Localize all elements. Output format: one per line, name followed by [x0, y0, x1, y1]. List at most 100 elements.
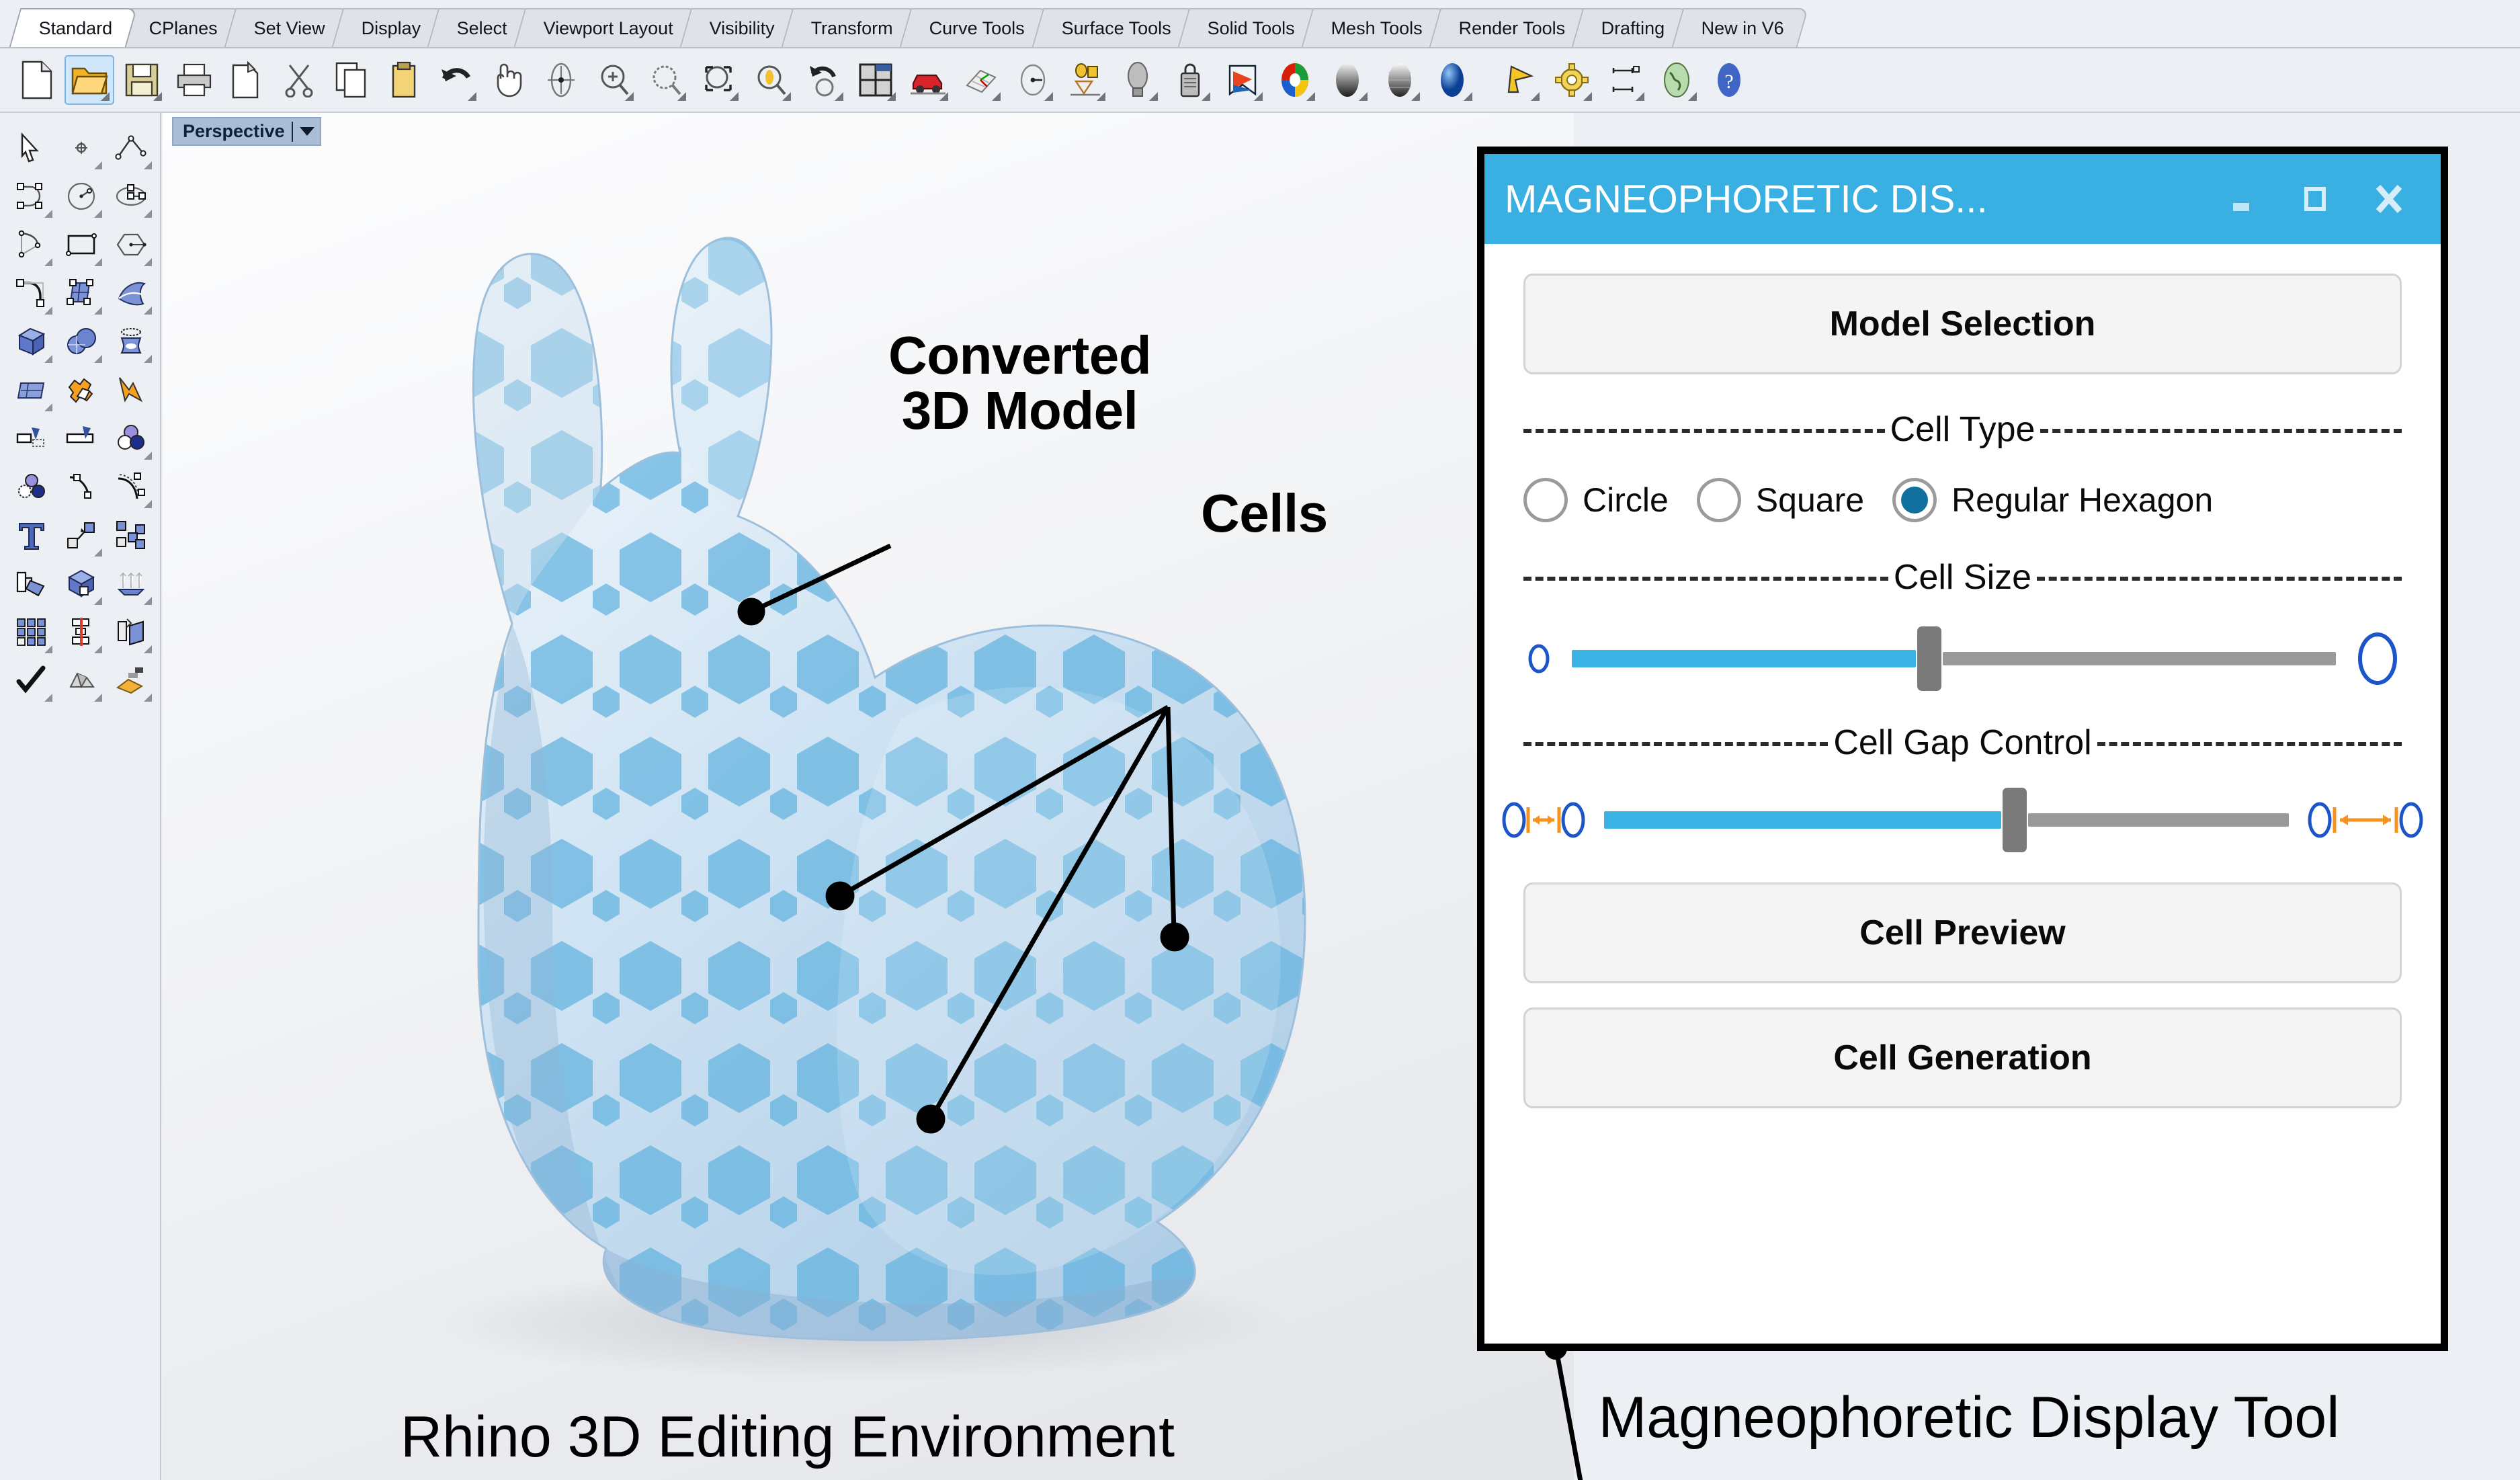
chevron-down-icon[interactable]	[299, 127, 314, 136]
gears-options-icon[interactable]	[1547, 55, 1597, 105]
check-icon[interactable]	[7, 656, 56, 704]
zoom-window-icon[interactable]	[694, 55, 743, 105]
tab-new-in-v6[interactable]: New in V6	[1671, 8, 1809, 47]
print-icon[interactable]	[169, 55, 219, 105]
boolean-spheres-icon[interactable]	[56, 317, 106, 366]
control-point-curve-icon[interactable]	[7, 172, 56, 220]
help-question-icon[interactable]: ?	[1704, 55, 1754, 105]
zoom-dynamic-icon[interactable]	[746, 55, 796, 105]
layer-colors-icon[interactable]	[7, 462, 56, 511]
rotate-icon[interactable]	[7, 559, 56, 608]
maximize-button[interactable]	[2278, 162, 2352, 236]
revolve-surface-icon[interactable]	[106, 317, 156, 366]
tab-visibility[interactable]: Visibility	[680, 8, 800, 47]
box-edit-icon[interactable]	[56, 559, 106, 608]
zoom-selected-icon[interactable]	[641, 55, 691, 105]
loft-surface-icon[interactable]	[106, 269, 156, 317]
radio-circle[interactable]: Circle	[1523, 478, 1697, 522]
paint-flag-icon[interactable]	[1218, 55, 1267, 105]
tab-drafting[interactable]: Drafting	[1572, 8, 1690, 47]
mirror-icon[interactable]	[56, 608, 106, 656]
grid-snap-icon[interactable]	[956, 55, 1005, 105]
circle-icon[interactable]	[56, 172, 106, 220]
render-sphere-icon[interactable]	[1427, 55, 1477, 105]
tab-standard[interactable]: Standard	[9, 8, 137, 47]
fillet-curve-icon[interactable]	[7, 269, 56, 317]
pan-hand-icon[interactable]	[484, 55, 534, 105]
rectangle-icon[interactable]	[56, 220, 106, 269]
rebuild-curve-icon[interactable]	[106, 462, 156, 511]
close-button[interactable]	[2352, 162, 2426, 236]
array-icon[interactable]	[7, 608, 56, 656]
tab-solid-tools[interactable]: Solid Tools	[1177, 8, 1320, 47]
copy-objects-icon[interactable]	[106, 511, 156, 559]
paste-icon[interactable]	[379, 55, 429, 105]
lock-icon[interactable]	[1165, 55, 1215, 105]
color-blend-icon[interactable]	[106, 414, 156, 462]
shade-sphere-icon[interactable]	[1322, 55, 1372, 105]
tab-set-view[interactable]: Set View	[224, 8, 350, 47]
tab-viewport-layout[interactable]: Viewport Layout	[513, 8, 698, 47]
ellipse-icon[interactable]	[106, 172, 156, 220]
move-objects-icon[interactable]	[56, 511, 106, 559]
render-material-icon[interactable]	[106, 656, 156, 704]
tab-render-tools[interactable]: Render Tools	[1429, 8, 1590, 47]
box-icon[interactable]	[7, 317, 56, 366]
model-selection-button[interactable]: Model Selection	[1523, 274, 2402, 374]
tab-transform[interactable]: Transform	[782, 8, 918, 47]
polygon-hexagon-icon[interactable]	[106, 220, 156, 269]
cell-generation-button[interactable]: Cell Generation	[1523, 1008, 2402, 1108]
viewport-label[interactable]: Perspective	[172, 117, 321, 146]
undo-arrow-icon[interactable]	[431, 55, 481, 105]
mesh-icon[interactable]	[56, 656, 106, 704]
cut-scissors-icon[interactable]	[274, 55, 324, 105]
boolean-union-icon[interactable]	[56, 366, 106, 414]
zoom-previous-icon[interactable]	[798, 55, 848, 105]
cell-gap-slider[interactable]	[1604, 788, 2289, 852]
arc-icon[interactable]	[7, 220, 56, 269]
save-icon[interactable]	[117, 55, 167, 105]
tab-surface-tools[interactable]: Surface Tools	[1032, 8, 1195, 47]
cell-preview-button[interactable]: Cell Preview	[1523, 882, 2402, 983]
slider-thumb[interactable]	[2003, 788, 2027, 852]
dialog-title-bar[interactable]: MAGNEOPHORETIC DIS...	[1484, 154, 2441, 244]
slider-thumb[interactable]	[1917, 626, 1941, 691]
surface-patch-icon[interactable]	[7, 366, 56, 414]
globe-web-icon[interactable]	[1652, 55, 1702, 105]
new-file-icon[interactable]	[12, 55, 62, 105]
circle-center-icon[interactable]	[1008, 55, 1058, 105]
curve-edit-point-icon[interactable]	[56, 462, 106, 511]
zoom-extents-icon[interactable]	[536, 55, 586, 105]
scale-icon[interactable]	[106, 608, 156, 656]
lightbulb-icon[interactable]	[1113, 55, 1163, 105]
copy-icon[interactable]	[327, 55, 376, 105]
viewport-layout-icon[interactable]	[851, 55, 900, 105]
trim-icon[interactable]	[7, 414, 56, 462]
extrude-icon[interactable]	[106, 559, 156, 608]
select-arrow-icon[interactable]	[7, 124, 56, 172]
radio-regular-hexagon[interactable]: Regular Hexagon	[1892, 478, 2241, 522]
dimension-icon[interactable]	[1599, 55, 1649, 105]
point-icon[interactable]	[56, 124, 106, 172]
split-icon[interactable]	[56, 414, 106, 462]
tab-mesh-tools[interactable]: Mesh Tools	[1301, 8, 1447, 47]
surface-from-points-icon[interactable]	[56, 269, 106, 317]
magneophoretic-display-dialog[interactable]: MAGNEOPHORETIC DIS... Model Selection Ce…	[1477, 147, 2448, 1351]
perspective-viewport[interactable]: Perspective Converted 3D Model Cells Rhi…	[163, 113, 1574, 1480]
radio-square[interactable]: Square	[1696, 478, 1892, 522]
flag-render-icon[interactable]	[1495, 55, 1544, 105]
car-render-icon[interactable]	[903, 55, 953, 105]
tab-curve-tools[interactable]: Curve Tools	[900, 8, 1050, 47]
open-folder-icon[interactable]	[65, 55, 114, 105]
tab-cplanes[interactable]: CPlanes	[119, 8, 242, 47]
text-tool-icon[interactable]	[7, 511, 56, 559]
explode-icon[interactable]	[106, 366, 156, 414]
zoom-in-icon[interactable]	[589, 55, 638, 105]
polyline-icon[interactable]	[106, 124, 156, 172]
layer-state-icon[interactable]	[1060, 55, 1110, 105]
copy-page-icon[interactable]	[222, 55, 271, 105]
cell-size-slider[interactable]	[1572, 626, 2336, 691]
minimize-button[interactable]	[2204, 162, 2278, 236]
color-wheel-icon[interactable]	[1270, 55, 1320, 105]
render-mesh-icon[interactable]	[1375, 55, 1425, 105]
